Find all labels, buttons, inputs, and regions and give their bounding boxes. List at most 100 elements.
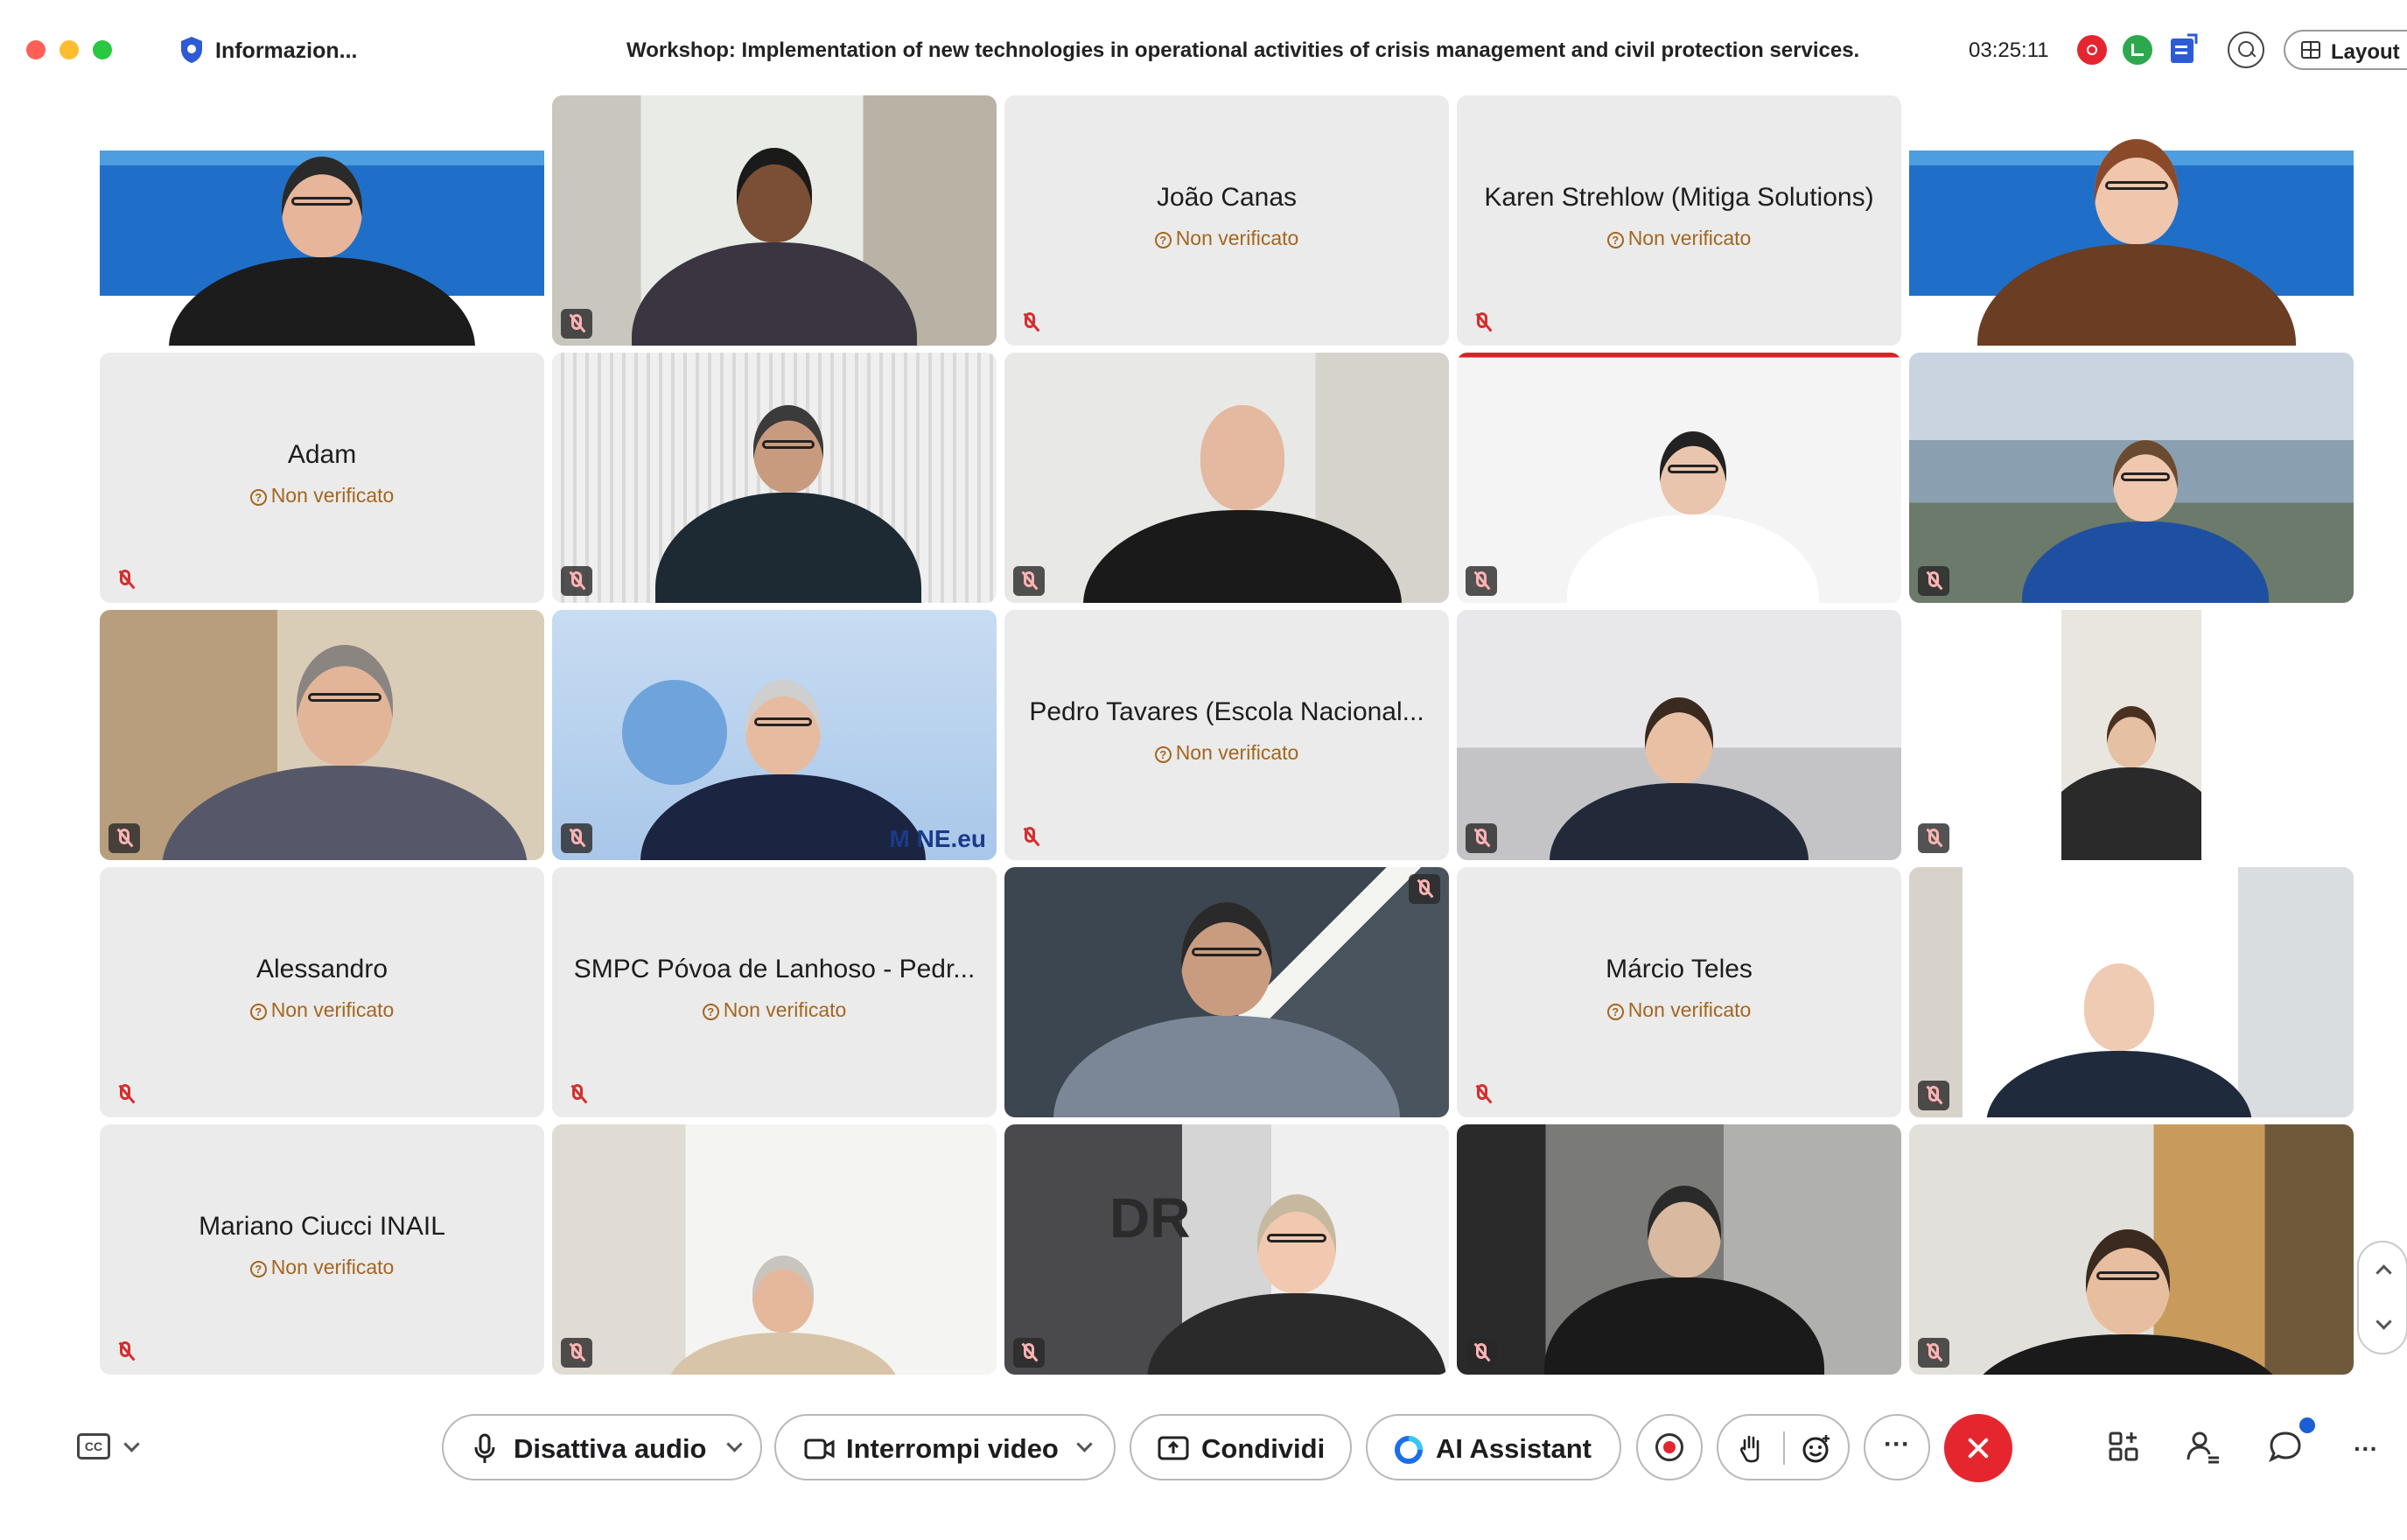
verification-status: ? Non verificato: [1457, 998, 1901, 1022]
muted-mic-icon: [1918, 566, 1949, 596]
participant-tile[interactable]: Márcio Teles ? Non verificato: [1457, 867, 1901, 1117]
reactions-icon[interactable]: [1801, 1433, 1832, 1465]
search-icon[interactable]: [2228, 32, 2264, 68]
participant-video: [100, 95, 544, 346]
participant-tile[interactable]: [100, 95, 544, 346]
verification-status: ? Non verificato: [100, 484, 544, 508]
participant-video: [1004, 867, 1449, 1117]
participant-tile[interactable]: [1457, 1124, 1901, 1375]
muted-mic-icon: [1469, 1081, 1495, 1107]
participant-tile[interactable]: [1909, 95, 2354, 346]
share-button[interactable]: Condividi: [1130, 1414, 1352, 1480]
participant-tile[interactable]: [100, 610, 544, 860]
participant-video: [552, 95, 997, 346]
muted-mic-icon: [108, 823, 140, 853]
cc-icon: CC: [77, 1433, 110, 1460]
mute-button[interactable]: Disattiva audio: [442, 1414, 762, 1480]
participant-tile[interactable]: SMPC Póvoa de Lanhoso - Pedr... ? Non veri…: [552, 867, 997, 1117]
participant-tile[interactable]: [552, 353, 997, 603]
ai-assistant-icon: [1395, 1436, 1423, 1464]
verification-status-label: Non verificato: [723, 998, 847, 1021]
participant-video: [1457, 610, 1901, 860]
camera-icon: [804, 1438, 835, 1460]
microphone-icon: [474, 1433, 495, 1463]
verification-status-label: Non verificato: [270, 484, 395, 507]
raise-hand-icon[interactable]: [1738, 1433, 1764, 1465]
participant-tile[interactable]: Adam ? Non verificato: [100, 353, 544, 603]
participant-tile[interactable]: [1909, 353, 2354, 603]
muted-mic-icon: [1918, 1081, 1949, 1110]
meeting-info-button[interactable]: Informazion...: [215, 38, 358, 64]
muted-mic-icon: [1013, 566, 1045, 596]
verification-status-label: Non verificato: [1627, 998, 1752, 1021]
shield-icon[interactable]: [178, 35, 205, 65]
connection-stats-icon[interactable]: [2123, 35, 2152, 65]
ai-assistant-button[interactable]: AI Assistant: [1366, 1414, 1621, 1480]
chat-notification-badge: [2299, 1418, 2315, 1433]
participant-video: [100, 610, 544, 860]
grid-scroll-control: [2357, 1241, 2407, 1354]
layout-button[interactable]: Layout: [2284, 30, 2407, 70]
verification-status-label: Non verificato: [270, 1256, 395, 1278]
participant-tile[interactable]: [1004, 353, 1449, 603]
video-options-chevron-icon[interactable]: [1076, 1436, 1093, 1452]
verification-status: ? Non verificato: [1457, 227, 1901, 250]
participant-tile[interactable]: João Canas? Non verificato: [1004, 95, 1449, 346]
muted-mic-icon: [1466, 566, 1497, 596]
muted-mic-icon: [561, 309, 592, 339]
participant-video: [1909, 1124, 2354, 1375]
participant-video: [1909, 867, 2354, 1117]
mute-options-chevron-icon[interactable]: [726, 1436, 743, 1452]
participant-name: SMPC Póvoa de Lanhoso - Pedr...: [573, 955, 976, 984]
end-call-button[interactable]: [1944, 1414, 2012, 1482]
layout-grid-icon: [2301, 41, 2320, 59]
participant-video: [1909, 95, 2354, 346]
participant-tile[interactable]: [1909, 610, 2354, 860]
verification-status: ? Non verificato: [552, 998, 997, 1022]
participant-tile[interactable]: [1457, 353, 1901, 603]
participants-icon[interactable]: [2184, 1428, 2222, 1466]
muted-mic-icon: [1017, 309, 1043, 335]
participant-tile[interactable]: DR: [1004, 1124, 1449, 1375]
participant-name: Adam: [287, 440, 357, 469]
participant-tile[interactable]: Karen Strehlow (Mitiga Solutions)? Non ve…: [1457, 95, 1901, 346]
scroll-up-icon[interactable]: [2376, 1264, 2392, 1281]
mine-logo-text: M NE.eu: [889, 825, 986, 852]
scroll-down-icon[interactable]: [2376, 1313, 2392, 1330]
participant-tile[interactable]: [1004, 867, 1449, 1117]
share-content-icon[interactable]: [2168, 33, 2198, 66]
record-button[interactable]: [1636, 1414, 1703, 1480]
muted-mic-icon: [1918, 823, 1949, 853]
participant-tile[interactable]: Pedro Tavares (Escola Nacional...? Non ve…: [1004, 610, 1449, 860]
muted-mic-icon: [561, 823, 592, 853]
captions-button[interactable]: CC: [77, 1430, 147, 1465]
minimize-window-button[interactable]: [59, 40, 79, 60]
participant-tile[interactable]: [1909, 867, 2354, 1117]
stop-video-button[interactable]: Interrompi video: [774, 1414, 1116, 1480]
mute-label: Disattiva audio: [514, 1433, 707, 1464]
close-window-button[interactable]: [26, 40, 45, 60]
participant-video: M NE.eu: [552, 610, 997, 860]
participant-tile[interactable]: [1909, 1124, 2354, 1375]
overflow-menu-icon[interactable]: ···: [2354, 1435, 2378, 1463]
muted-mic-icon: [1466, 823, 1497, 853]
participant-tile[interactable]: [1457, 610, 1901, 860]
apps-icon[interactable]: [2105, 1428, 2144, 1466]
participant-tile[interactable]: M NE.eu: [552, 610, 997, 860]
share-screen-icon: [1158, 1436, 1189, 1460]
verification-status-label: Non verificato: [1175, 227, 1299, 249]
zoom-window-button[interactable]: [93, 40, 112, 60]
chat-icon[interactable]: [2266, 1428, 2305, 1466]
verification-status: ? Non verificato: [100, 1256, 544, 1279]
recording-indicator-icon[interactable]: [2077, 35, 2107, 65]
participant-video: DR: [1004, 1124, 1449, 1375]
participant-name: Márcio Teles: [1606, 955, 1753, 984]
participant-tile[interactable]: Mariano Ciucci INAIL? Non verificato: [100, 1124, 544, 1375]
participant-tile[interactable]: Alessandro? Non verificato: [100, 867, 544, 1117]
participant-name: Pedro Tavares (Escola Nacional...: [1029, 697, 1424, 726]
verification-status-label: Non verificato: [270, 998, 395, 1021]
more-options-button[interactable]: ···: [1864, 1414, 1930, 1480]
participant-tile[interactable]: [552, 1124, 997, 1375]
participant-tile[interactable]: [552, 95, 997, 346]
participant-name: Alessandro: [255, 955, 388, 984]
